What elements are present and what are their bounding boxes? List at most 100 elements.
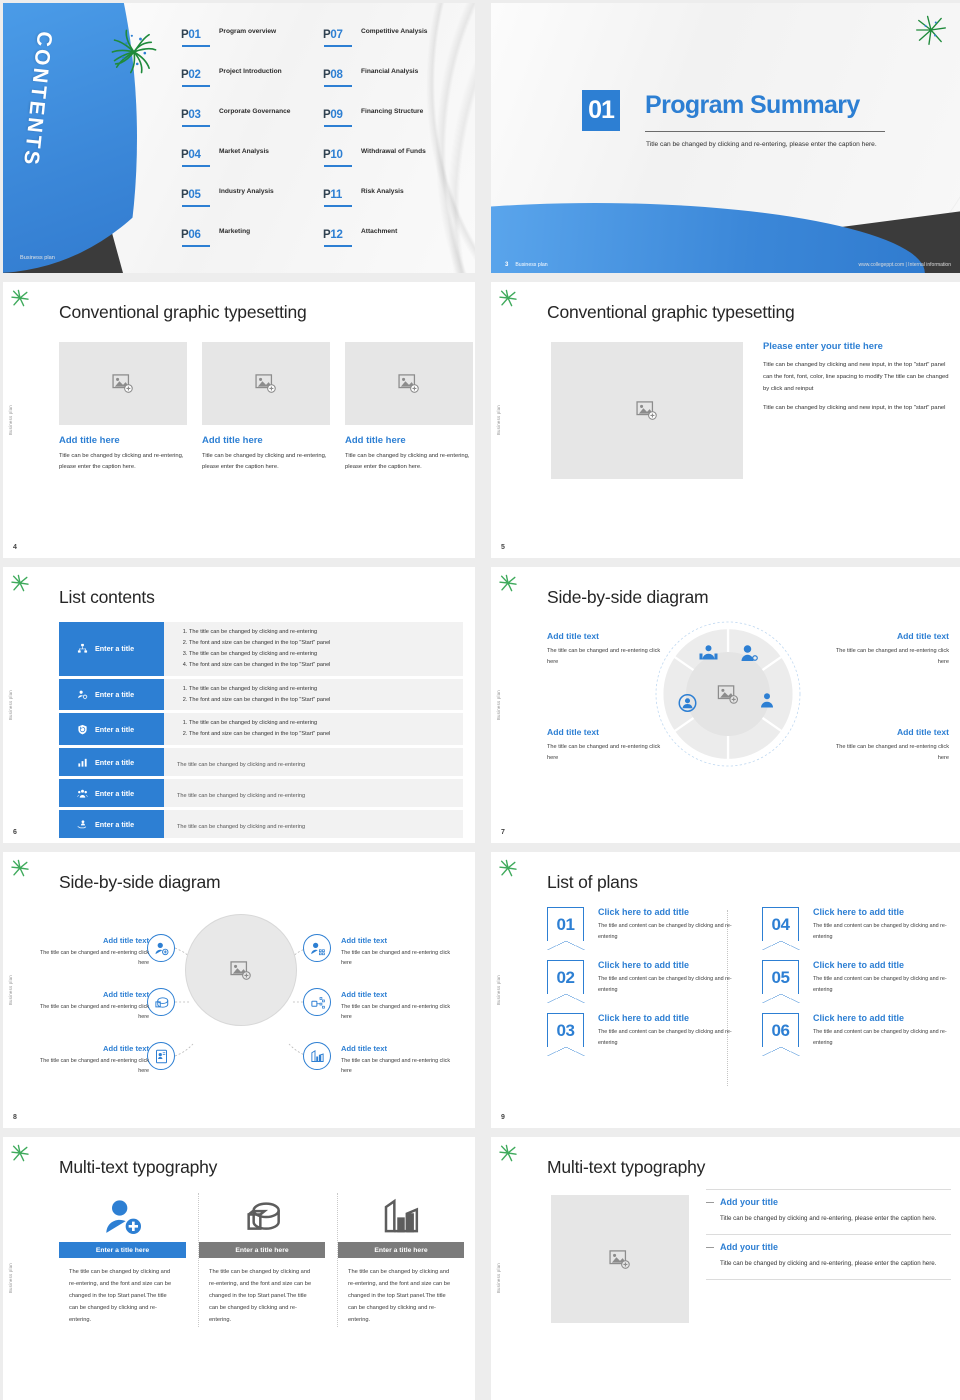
node-pie-3d[interactable]: [147, 988, 175, 1016]
list-item[interactable]: Enter a title The title can be changed b…: [59, 779, 463, 808]
image-placeholder[interactable]: [202, 342, 330, 425]
plan-item[interactable]: 02 Click here to add title The title and …: [546, 960, 736, 1004]
node-document-person[interactable]: [147, 1042, 175, 1070]
label-heading: Add title text: [341, 1044, 387, 1053]
toc-item[interactable]: P01 Program overview: [181, 25, 323, 64]
diagram-label[interactable]: Add title text The title can be changed …: [37, 936, 149, 969]
slide-page-number: 8: [13, 1114, 17, 1121]
label-body: The title can be changed and re-entering…: [341, 1058, 451, 1075]
plan-body: The title and content can be changed by …: [813, 1029, 947, 1046]
list-item-button[interactable]: Enter a title: [59, 748, 164, 777]
toc-code-number: 01: [188, 29, 201, 41]
column-item[interactable]: Enter a title here The title can be chan…: [337, 1193, 464, 1327]
list-item[interactable]: Enter a title The title can be changed b…: [59, 678, 463, 711]
toc-item[interactable]: P03 Corporate Governance: [181, 105, 323, 144]
image-placeholder[interactable]: [551, 1195, 689, 1323]
diagram-label[interactable]: Add title text The title can be changed …: [829, 631, 949, 668]
slide-footer: 3 Business plan: [505, 262, 548, 268]
column-title-bar[interactable]: Enter a title here: [59, 1242, 186, 1258]
list-item-button[interactable]: Enter a title: [59, 810, 164, 839]
slide-list-of-plans[interactable]: Business plan List of plans 01 Click her…: [491, 852, 960, 1128]
column-title-bar[interactable]: Enter a title here: [199, 1242, 325, 1258]
list-item-label: Enter a title: [95, 788, 135, 798]
toc-rule: [324, 245, 352, 247]
toc-item[interactable]: P10 Withdrawal of Funds: [323, 145, 463, 184]
column-item[interactable]: Add title here Title can be changed by c…: [202, 342, 330, 474]
list-item-button[interactable]: Enter a title: [59, 678, 164, 711]
slide-conventional-graphic-typesetting-b[interactable]: Business plan Conventional graphic types…: [491, 282, 960, 558]
plan-item[interactable]: 01 Click here to add title The title and …: [546, 907, 736, 950]
toc-item[interactable]: P05 Industry Analysis: [181, 185, 323, 224]
column-title-bar[interactable]: Enter a title here: [338, 1242, 464, 1258]
slide-footer-label: Business plan: [515, 262, 548, 268]
diagram-label[interactable]: Add title text The title can be changed …: [37, 990, 149, 1023]
diagram-label[interactable]: Add title text The title can be changed …: [341, 936, 453, 969]
toc-item[interactable]: P12 Attachment: [323, 225, 463, 264]
column-item[interactable]: Add title here Title can be changed by c…: [59, 342, 187, 474]
slide-title: Multi-text typography: [547, 1157, 706, 1177]
slide-contents[interactable]: CONTENTS Business plan P01 Program overvi…: [3, 3, 475, 273]
list-item-button[interactable]: Enter a title: [59, 713, 164, 746]
slide-list-contents[interactable]: Business plan List contents Enter a titl…: [3, 567, 475, 843]
text-block[interactable]: Add your title Title can be changed by c…: [706, 1235, 951, 1281]
node-puzzle-network[interactable]: [303, 988, 331, 1016]
diagram-label[interactable]: Add title text The title can be changed …: [37, 1044, 149, 1077]
plan-item[interactable]: 04 Click here to add title The title and …: [761, 907, 951, 950]
diagram-label[interactable]: Add title text The title can be changed …: [547, 727, 667, 764]
toc-item[interactable]: P09 Financing Structure: [323, 105, 463, 144]
list-item-label: Enter a title: [95, 724, 135, 734]
plan-item[interactable]: 05 Click here to add title The title and …: [761, 960, 951, 1004]
list-item[interactable]: Enter a title The title can be changed b…: [59, 713, 463, 746]
label-heading: Add title text: [103, 990, 149, 999]
image-placeholder[interactable]: [551, 342, 743, 479]
column-item[interactable]: Enter a title here The title can be chan…: [59, 1193, 186, 1327]
toc-item[interactable]: P11 Risk Analysis: [323, 185, 463, 224]
slide-program-summary[interactable]: 01 Program Summary Title can be changed …: [491, 3, 960, 273]
column-item[interactable]: Add title here Title can be changed by c…: [345, 342, 473, 474]
slide-multi-text-typography-a[interactable]: Business plan Multi-text typography Ente…: [3, 1137, 475, 1400]
column-icon-wrap: [199, 1193, 325, 1237]
toc-item[interactable]: P08 Financial Analysis: [323, 65, 463, 104]
text-block[interactable]: Add your title Title can be changed by c…: [706, 1189, 951, 1236]
slide-multi-text-typography-b[interactable]: Business plan Multi-text typography Add …: [491, 1137, 960, 1400]
diagram-label[interactable]: Add title text The title can be changed …: [341, 1044, 453, 1077]
list-item[interactable]: Enter a title The title can be changed b…: [59, 748, 463, 777]
list-item[interactable]: Enter a title The title can be changed b…: [59, 810, 463, 839]
green-starburst-logo: [111, 29, 157, 74]
block-body: Title can be changed by clicking and re-…: [720, 1215, 937, 1222]
add-image-icon: [112, 374, 133, 393]
toc-rule: [182, 165, 210, 167]
column-item[interactable]: Enter a title here The title can be chan…: [198, 1193, 325, 1327]
toc-item[interactable]: P06 Marketing: [181, 225, 323, 264]
toc-item[interactable]: P04 Market Analysis: [181, 145, 323, 184]
diagram-label[interactable]: Add title text The title can be changed …: [829, 727, 949, 764]
slide-side-by-side-diagram-donut[interactable]: Business plan Side-by-side diagram Add t…: [491, 567, 960, 843]
toc-item[interactable]: P02 Project Introduction: [181, 65, 323, 104]
node-person-network[interactable]: [303, 934, 331, 962]
slide-footer-label: Business plan: [20, 255, 55, 261]
diagram-label[interactable]: Add title text The title can be changed …: [547, 631, 667, 668]
node-bar-chart-3d[interactable]: [303, 1042, 331, 1070]
plan-item[interactable]: 03 Click here to add title The title and …: [546, 1013, 736, 1057]
list-item-button[interactable]: Enter a title: [59, 622, 164, 676]
paragraph-1: Title can be changed by clicking and new…: [763, 362, 949, 392]
green-starburst-logo: [499, 574, 517, 592]
slide-side-by-side-diagram-radial[interactable]: Business plan Side-by-side diagram Add t…: [3, 852, 475, 1128]
image-placeholder[interactable]: [59, 342, 187, 425]
center-image-placeholder[interactable]: [185, 914, 297, 1026]
list-item[interactable]: Enter a title The title can be changed b…: [59, 622, 463, 676]
list-detail: The title can be changed by clicking and…: [189, 627, 463, 638]
slide-conventional-graphic-typesetting-a[interactable]: Business plan Conventional graphic types…: [3, 282, 475, 558]
label-heading: Add title text: [896, 727, 949, 737]
list-item-button[interactable]: Enter a title: [59, 779, 164, 808]
label-body: The title can be changed and re-entering…: [341, 950, 451, 967]
column-body: Title can be changed by clicking and re-…: [59, 453, 184, 471]
node-add-person[interactable]: [147, 934, 175, 962]
slide-footer-url: www.collegeppt.com | Internal informatio…: [858, 262, 951, 268]
toc-code-number: 08: [330, 69, 343, 81]
add-person-icon: [155, 942, 168, 955]
plan-item[interactable]: 06 Click here to add title The title and …: [761, 1013, 951, 1057]
image-placeholder[interactable]: [345, 342, 473, 425]
toc-item[interactable]: P07 Competitive Analysis: [323, 25, 463, 64]
diagram-label[interactable]: Add title text The title can be changed …: [341, 990, 453, 1023]
